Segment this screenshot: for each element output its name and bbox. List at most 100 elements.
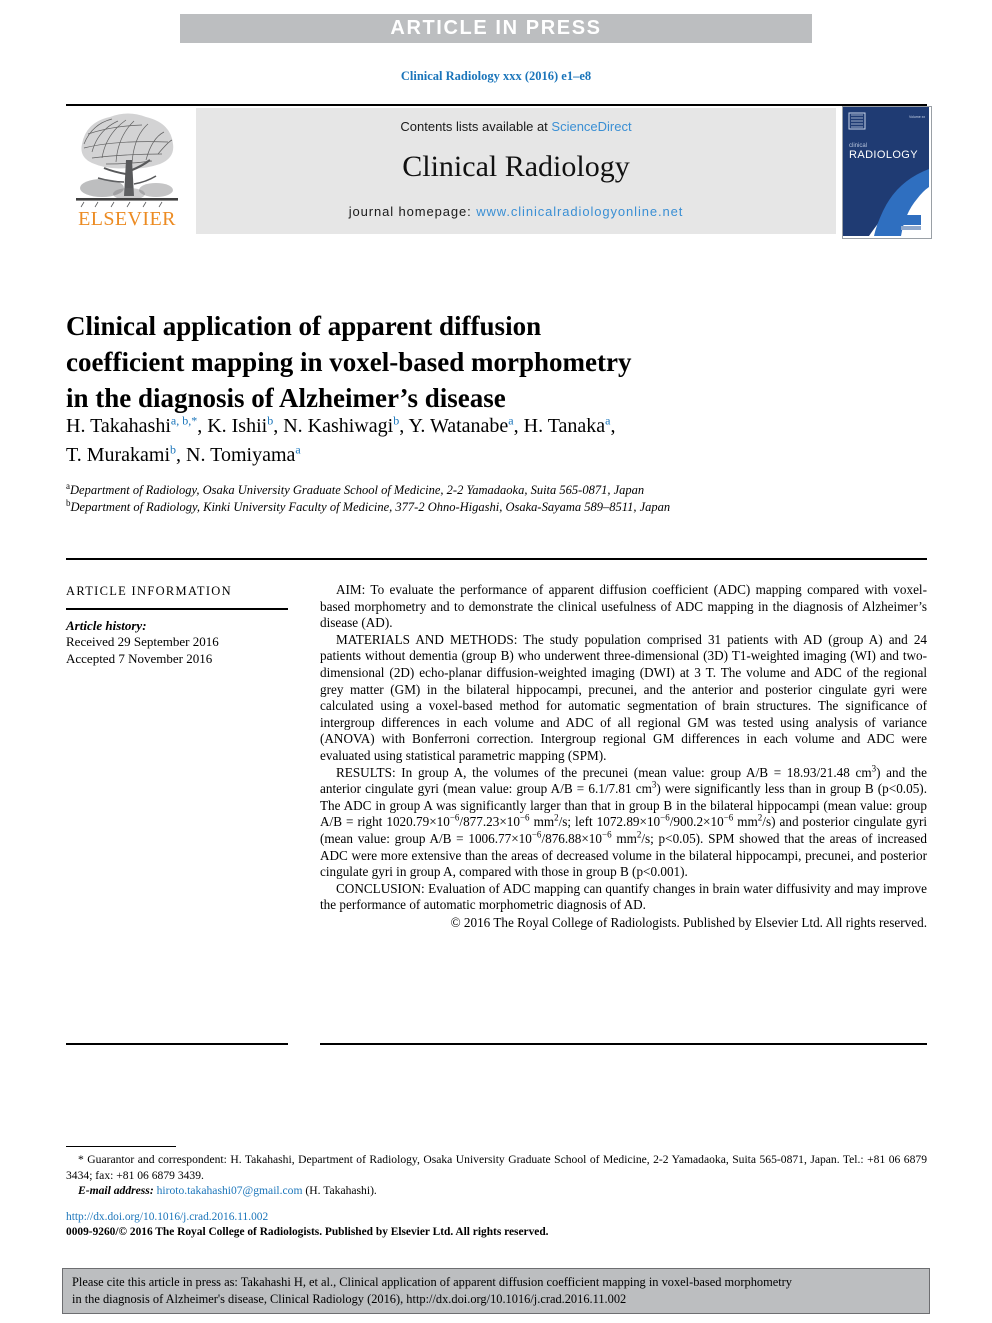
author-affiliation-marks: a, b, bbox=[170, 413, 192, 428]
abstract-copyright: © 2016 The Royal College of Radiologists… bbox=[450, 914, 927, 930]
affiliation-text: Department of Radiology, Osaka Universit… bbox=[70, 483, 645, 497]
running-head-citation: Clinical Radiology xxx (2016) e1–e8 bbox=[400, 69, 592, 83]
results-fragment: /877.23×10 bbox=[459, 814, 520, 830]
abstract-conclusion-paragraph: CONCLUSION: Evaluation of ADC mapping ca… bbox=[320, 881, 927, 914]
corresponding-author-note: * Guarantor and correspondent: H. Takaha… bbox=[66, 1152, 927, 1183]
email-address-link[interactable]: hiroto.takahashi07@gmail.com bbox=[157, 1184, 303, 1197]
author-name: Y. Watanabe bbox=[408, 415, 509, 437]
author-separator: , bbox=[197, 415, 208, 437]
results-superscript: −6 bbox=[723, 812, 734, 823]
results-fragment: mm bbox=[611, 830, 637, 846]
results-superscript: −6 bbox=[660, 812, 670, 823]
affiliation-text: Department of Radiology, Kinki Universit… bbox=[70, 500, 671, 514]
journal-cover-thumbnail: clinical RADIOLOGY Volume xx bbox=[842, 106, 932, 239]
svg-text:Volume xx: Volume xx bbox=[909, 115, 925, 119]
doi-and-issn-block: http://dx.doi.org/10.1016/j.crad.2016.11… bbox=[66, 1210, 927, 1240]
abstract-conclusion-label: CONCLUSION: bbox=[336, 880, 425, 896]
author-separator: , bbox=[273, 415, 284, 437]
author-name: N. Tomiyama bbox=[186, 444, 296, 466]
elsevier-wordmark: ELSEVIER bbox=[78, 208, 176, 230]
title-line-3: in the diagnosis of Alzheimer’s disease bbox=[66, 383, 506, 414]
author-list: H. Takahashia, b,*, K. Ishiib, N. Kashiw… bbox=[66, 412, 896, 470]
abstract-aim-label: AIM: bbox=[336, 582, 366, 597]
article-information-heading: ARTICLE INFORMATION bbox=[66, 584, 232, 598]
results-fragment: mm bbox=[733, 814, 758, 830]
article-history-block: Article history: Received 29 September 2… bbox=[66, 618, 291, 668]
results-superscript: −6 bbox=[602, 829, 612, 840]
sciencedirect-link[interactable]: ScienceDirect bbox=[551, 119, 631, 134]
author-name: H. Tanaka bbox=[523, 415, 606, 437]
author-separator: , bbox=[176, 444, 187, 466]
abstract-results-label: RESULTS: bbox=[336, 764, 396, 780]
footnote-separator-rule bbox=[66, 1146, 176, 1148]
abstract-methods-paragraph: MATERIALS AND METHODS: The study populat… bbox=[320, 632, 927, 765]
email-address-label: E-mail address: bbox=[78, 1184, 154, 1197]
title-line-2: coefficient mapping in voxel-based morph… bbox=[66, 347, 632, 378]
elsevier-logo: ELSEVIER bbox=[66, 108, 188, 238]
results-fragment: /900.2×10 bbox=[669, 814, 724, 830]
elsevier-tree-icon bbox=[76, 113, 178, 208]
results-superscript: −6 bbox=[449, 812, 460, 823]
journal-cover-image: clinical RADIOLOGY Volume xx bbox=[843, 107, 929, 236]
article-accepted-date: Accepted 7 November 2016 bbox=[66, 650, 213, 666]
corresponding-author-text: * Guarantor and correspondent: H. Takaha… bbox=[66, 1153, 927, 1182]
author-item: T. Murakamib, bbox=[66, 443, 187, 466]
article-in-press-label: ARTICLE IN PRESS bbox=[390, 17, 602, 39]
abstract-section-top-rule bbox=[66, 558, 927, 560]
affiliation-item: bDepartment of Radiology, Kinki Universi… bbox=[66, 498, 896, 516]
abstract-aim-paragraph: AIM: To evaluate the performance of appa… bbox=[320, 582, 927, 632]
results-fragment: mm bbox=[529, 814, 555, 830]
author-item: N. Kashiwagib, bbox=[283, 414, 408, 437]
abstract-methods-label: MATERIALS AND METHODS: bbox=[336, 631, 518, 647]
abstract-bottom-rule bbox=[320, 1043, 927, 1045]
author-name: T. Murakami bbox=[66, 444, 171, 466]
results-superscript: −6 bbox=[531, 829, 542, 840]
author-separator: , bbox=[610, 415, 616, 437]
abstract-methods-text: The study population comprised 31 patien… bbox=[320, 631, 928, 763]
abstract-panel: AIM: To evaluate the performance of appa… bbox=[320, 582, 927, 931]
issn-copyright-line: 0009-9260/© 2016 The Royal College of Ra… bbox=[66, 1226, 549, 1238]
svg-text:RADIOLOGY: RADIOLOGY bbox=[849, 149, 918, 161]
author-item: H. Tanakaa, bbox=[523, 414, 616, 437]
author-item: Y. Watanabea, bbox=[408, 414, 524, 437]
page-title: Clinical application of apparent diffusi… bbox=[66, 308, 866, 416]
abstract-results-paragraph: RESULTS: In group A, the volumes of the … bbox=[320, 764, 927, 881]
cite-text-line-2: in the diagnosis of Alzheimer's disease,… bbox=[72, 1291, 627, 1306]
title-line-1: Clinical application of apparent diffusi… bbox=[66, 311, 542, 342]
contents-lists-prefix: Contents lists available at bbox=[400, 119, 552, 134]
cite-this-article-box: Please cite this article in press as: Ta… bbox=[62, 1268, 930, 1314]
cite-text-line-1: Please cite this article in press as: Ta… bbox=[72, 1275, 792, 1289]
results-fragment: /s; left 1072.89×10 bbox=[558, 814, 661, 830]
journal-title: Clinical Radiology bbox=[402, 150, 630, 183]
author-separator: , bbox=[513, 415, 524, 437]
journal-homepage-line: journal homepage: www.clinicalradiologyo… bbox=[196, 204, 836, 219]
author-name: H. Takahashi bbox=[66, 415, 171, 437]
results-fragment: In group A, the volumes of the precunei … bbox=[395, 764, 872, 780]
results-fragment: /876.88×10 bbox=[541, 830, 602, 846]
abstract-aim-text: To evaluate the performance of apparent … bbox=[320, 582, 927, 631]
author-item: H. Takahashia, b,*, bbox=[66, 413, 208, 437]
article-information-bottom-rule bbox=[66, 1043, 288, 1045]
email-owner: (H. Takahashi). bbox=[302, 1184, 377, 1197]
author-name: K. Ishii bbox=[207, 415, 268, 437]
article-information-panel: ARTICLE INFORMATION Article history: Rec… bbox=[66, 584, 291, 667]
affiliation-item: aDepartment of Radiology, Osaka Universi… bbox=[66, 481, 896, 499]
doi-link[interactable]: http://dx.doi.org/10.1016/j.crad.2016.11… bbox=[66, 1210, 927, 1225]
results-superscript: −6 bbox=[519, 812, 530, 823]
author-item: K. Ishiib, bbox=[207, 414, 284, 437]
journal-homepage-prefix: journal homepage: bbox=[348, 204, 477, 219]
journal-homepage-link[interactable]: www.clinicalradiologyonline.net bbox=[476, 204, 683, 219]
article-information-rule bbox=[66, 608, 288, 610]
masthead-top-rule bbox=[66, 104, 927, 106]
author-affiliation-marks: a bbox=[295, 442, 301, 457]
article-in-press-banner: ARTICLE IN PRESS bbox=[180, 14, 812, 43]
author-name: N. Kashiwagi bbox=[283, 415, 394, 437]
affiliation-list: aDepartment of Radiology, Osaka Universi… bbox=[66, 481, 896, 516]
footnote-block: * Guarantor and correspondent: H. Takaha… bbox=[66, 1152, 927, 1199]
journal-masthead: ELSEVIER Contents lists available at Sci… bbox=[66, 106, 932, 239]
masthead-center-panel: Contents lists available at ScienceDirec… bbox=[196, 108, 836, 234]
article-received-date: Received 29 September 2016 bbox=[66, 634, 219, 649]
email-note: E-mail address: hiroto.takahashi07@gmail… bbox=[66, 1183, 927, 1199]
article-history-label: Article history: bbox=[66, 617, 147, 633]
author-item: N. Tomiyamaa bbox=[186, 442, 301, 466]
